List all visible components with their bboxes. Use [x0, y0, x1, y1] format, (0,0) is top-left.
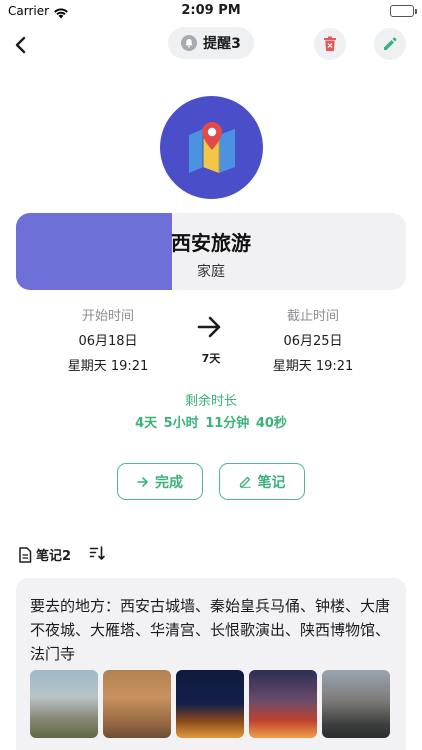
pencil-icon — [384, 37, 397, 50]
battery-icon — [390, 5, 417, 17]
bell-icon — [181, 35, 198, 51]
event-card: 西安旅游 家庭 — [16, 213, 406, 290]
remaining-label: 剩余时长 — [184, 394, 237, 409]
end-weekday: 星期天 19:21 — [272, 359, 354, 374]
arrow-right-small-icon — [137, 476, 148, 487]
start-time-label: 开始时间 — [81, 309, 134, 324]
photo-thumbnail[interactable] — [249, 670, 317, 738]
photo-thumbnail[interactable] — [103, 670, 171, 738]
note-label: 笔记 — [257, 474, 286, 491]
start-date: 06月18日 — [78, 334, 138, 349]
notes-header: 笔记2 — [18, 545, 71, 564]
complete-label: 完成 — [155, 474, 183, 491]
event-title: 西安旅游 — [171, 231, 251, 255]
start-time: 开始时间 06月18日 星期天 19:21 — [43, 305, 173, 374]
trash-icon — [324, 36, 336, 51]
add-note-button[interactable]: 笔记 — [219, 463, 305, 500]
note-card[interactable]: 要去的地方：西安古城墙、秦始皇兵马俑、钟楼、大唐不夜城、大雁塔、华清宫、长恨歌演… — [16, 578, 406, 750]
arrow-right-icon — [197, 316, 223, 342]
document-icon — [19, 546, 32, 563]
edit-button[interactable] — [374, 28, 406, 60]
photo-thumbnail[interactable] — [30, 670, 98, 738]
delete-button[interactable] — [314, 28, 346, 60]
status-bar: Carrier 2:09 PM — [0, 0, 422, 24]
event-icon — [160, 96, 263, 199]
start-weekday: 星期天 19:21 — [67, 359, 149, 374]
photo-thumbnail[interactable] — [176, 670, 244, 738]
end-time: 截止时间 06月25日 星期天 19:21 — [248, 305, 378, 374]
map-pin-icon — [188, 121, 235, 173]
reminder-chip[interactable]: 提醒3 — [168, 27, 254, 59]
clock: 2:09 PM — [181, 3, 241, 18]
note-photos — [30, 670, 390, 738]
photo-thumbnail[interactable] — [322, 670, 390, 738]
remaining-countdown: 4天 5小时 11分钟 40秒 — [135, 416, 287, 431]
sort-icon — [89, 546, 105, 560]
pencil-outline-icon — [239, 476, 250, 488]
end-time-label: 截止时间 — [286, 309, 339, 324]
end-date: 06月25日 — [283, 334, 343, 349]
sort-button[interactable] — [89, 545, 107, 565]
reminder-label: 提醒3 — [203, 36, 241, 52]
complete-button[interactable]: 完成 — [117, 463, 203, 500]
note-text: 要去的地方：西安古城墙、秦始皇兵马俑、钟楼、大唐不夜城、大雁塔、华清宫、长恨歌演… — [30, 597, 391, 663]
duration: 7天 — [201, 352, 221, 365]
chevron-left-icon — [15, 36, 26, 54]
back-button[interactable] — [6, 30, 36, 60]
event-category: 家庭 — [197, 264, 225, 280]
notes-title: 笔记2 — [36, 549, 72, 564]
